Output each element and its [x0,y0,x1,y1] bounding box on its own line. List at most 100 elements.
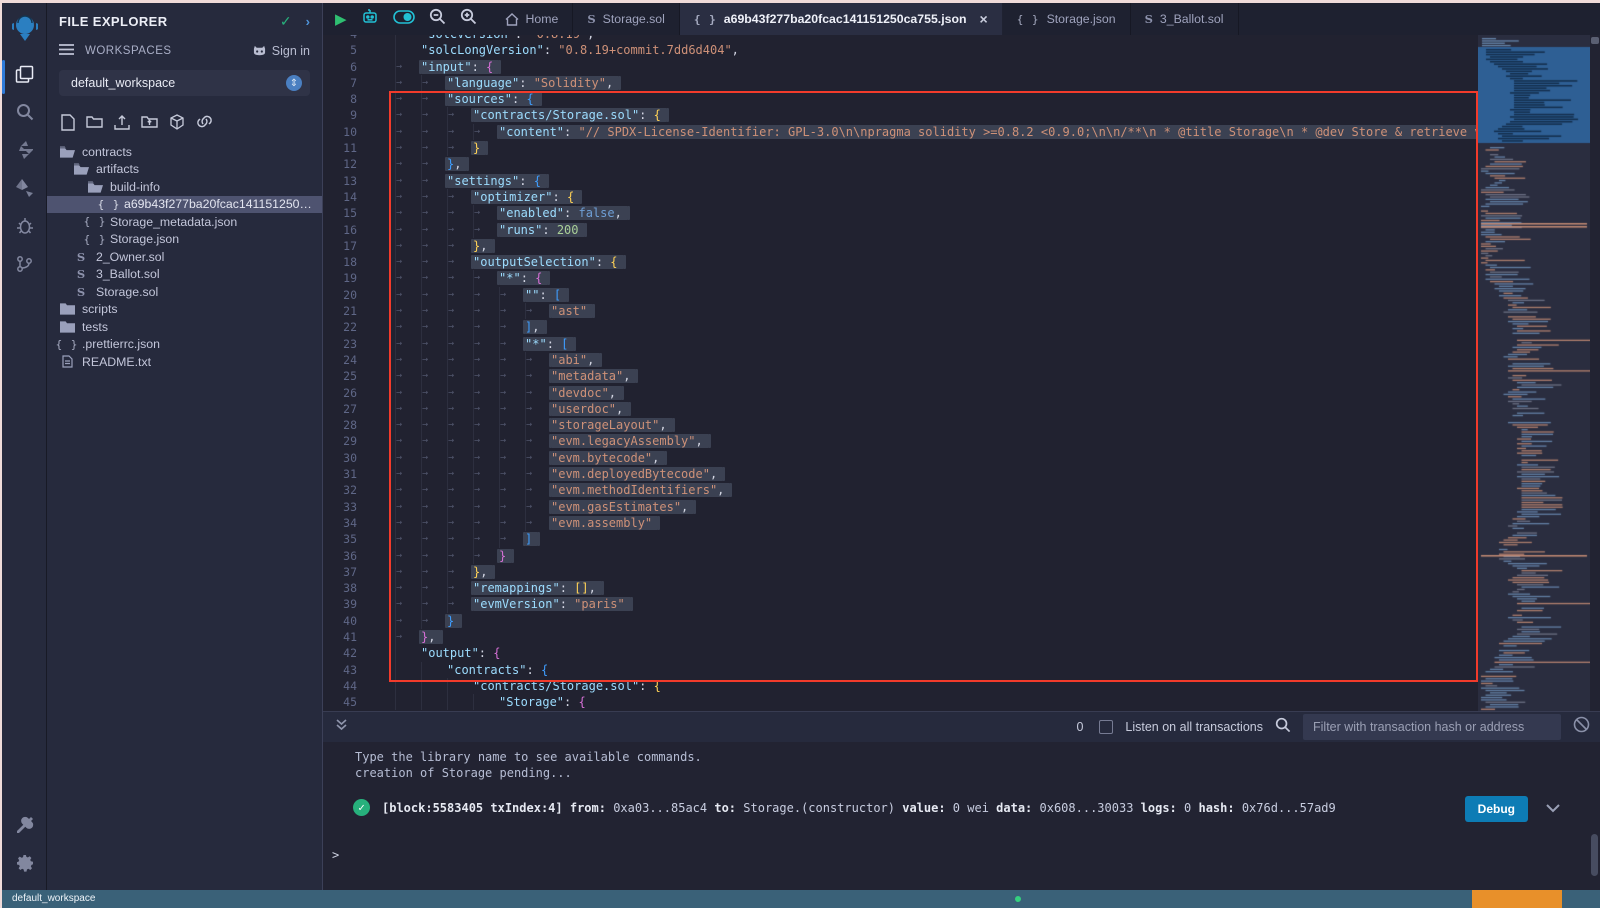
rail-file-explorer-icon[interactable] [2,55,47,93]
editor-scrollbar[interactable] [1590,35,1600,711]
editor-tab[interactable]: Home [491,3,574,35]
debug-button[interactable]: Debug [1465,796,1528,822]
tree-item[interactable]: { }Storage.json [47,231,322,249]
code-line[interactable]: 5"solcLongVersion": "0.8.19+commit.7dd6d… [323,42,1468,58]
code-editor[interactable]: 4"solcVersion": "0.8.19",5"solcLongVersi… [323,35,1600,711]
terminal-expand-icon[interactable] [335,718,348,736]
remix-logo-icon[interactable] [2,3,47,55]
upload-file-icon[interactable] [114,114,130,131]
import-link-icon[interactable] [196,114,213,131]
tree-item[interactable]: S3_Ballot.sol [47,266,322,284]
tree-item[interactable]: { }.prettierrc.json [47,336,322,354]
sign-in-button[interactable]: Sign in [252,44,310,58]
code-line[interactable]: 32→→→→→→"evm.methodIdentifiers", [323,482,1468,498]
code-line[interactable]: 42"output": { [323,645,1468,661]
code-line[interactable]: 4"solcVersion": "0.8.19", [323,35,1468,42]
tab-close-icon[interactable]: × [980,11,988,27]
code-line[interactable]: 8→→"sources": { [323,91,1468,107]
tree-item[interactable]: tests [47,318,322,336]
code-line[interactable]: 15→→→→"enabled": false, [323,205,1468,221]
code-line[interactable]: 6→"input": { [323,59,1468,75]
rail-debugger-icon[interactable] [2,207,47,245]
tree-item[interactable]: artifacts [47,161,322,179]
code-line[interactable]: 37→→→}, [323,564,1468,580]
code-line[interactable]: 30→→→→→→"evm.bytecode", [323,450,1468,466]
listen-checkbox[interactable] [1099,720,1113,734]
ai-copilot-icon[interactable] [361,8,379,30]
code-line[interactable]: 20→→→→→"": [ [323,287,1468,303]
rail-git-icon[interactable] [2,245,47,283]
transaction-log-row[interactable]: ✓ [block:5583405 txIndex:4] from: 0xa03.… [353,799,1336,816]
code-line[interactable]: 7→→"language": "Solidity", [323,75,1468,91]
code-lines[interactable]: 4"solcVersion": "0.8.19",5"solcLongVersi… [323,35,1468,710]
tree-item[interactable]: SStorage.sol [47,283,322,301]
statusbar-alert-badge[interactable] [1472,890,1562,908]
tree-item[interactable]: S2_Owner.sol [47,248,322,266]
zoom-out-icon[interactable] [429,8,446,30]
upload-folder-icon[interactable] [141,114,158,131]
workspace-select[interactable]: default_workspace ⇕ [59,70,310,96]
editor-tab[interactable]: { }a69b43f277ba20fcac141151250ca755.json… [680,3,1003,35]
code-line[interactable]: 11→→→} [323,140,1468,156]
code-line[interactable]: 36→→→→} [323,548,1468,564]
rail-solidity-compiler-icon[interactable] [2,131,47,169]
code-line[interactable]: 24→→→→→→"abi", [323,352,1468,368]
tree-item[interactable]: contracts [47,143,322,161]
tree-item[interactable]: scripts [47,301,322,319]
code-line[interactable]: 16→→→→"runs": 200 [323,222,1468,238]
code-line[interactable]: 25→→→→→→"metadata", [323,368,1468,384]
code-line[interactable]: 45"Storage": { [323,694,1468,710]
code-line[interactable]: 10→→→→"content": "// SPDX-License-Identi… [323,124,1468,140]
code-line[interactable]: 33→→→→→→"evm.gasEstimates", [323,499,1468,515]
code-line[interactable]: 9→→→"contracts/Storage.sol": { [323,107,1468,123]
create-file-icon[interactable] [61,114,75,131]
terminal-scrollbar[interactable] [1591,834,1598,876]
code-line[interactable]: 14→→→"optimizer": { [323,189,1468,205]
tree-item[interactable]: { }a69b43f277ba20fcac141151250ca7... [47,196,322,214]
tree-item[interactable]: { }Storage_metadata.json [47,213,322,231]
clear-console-icon[interactable] [1573,716,1590,738]
terminal-prompt[interactable]: > [332,848,339,862]
zoom-in-icon[interactable] [460,8,477,30]
code-line[interactable]: 18→→→"outputSelection": { [323,254,1468,270]
code-line[interactable]: 29→→→→→→"evm.legacyAssembly", [323,433,1468,449]
tx-expand-chevron-icon[interactable] [1546,802,1560,816]
editor-tab[interactable]: SStorage.sol [573,3,680,35]
terminal[interactable]: Type the library name to see available c… [323,742,1600,890]
create-folder-icon[interactable] [86,114,103,131]
code-line[interactable]: 35→→→→→] [323,531,1468,547]
minimap[interactable] [1478,35,1590,711]
editor-tab[interactable]: { }Storage.json [1003,3,1131,35]
code-line[interactable]: 38→→→"remappings": [], [323,580,1468,596]
code-line[interactable]: 19→→→→"*": { [323,270,1468,286]
code-line[interactable]: 39→→→"evmVersion": "paris" [323,596,1468,612]
run-script-button[interactable]: ▶ [335,10,347,28]
code-line[interactable]: 21→→→→→→"ast" [323,303,1468,319]
editor-tab[interactable]: S3_Ballot.sol [1131,3,1239,35]
chevron-right-icon[interactable]: › [306,14,310,29]
transaction-filter-input[interactable] [1303,714,1561,740]
rail-settings-icon[interactable] [2,844,47,882]
code-line[interactable]: 28→→→→→→"storageLayout", [323,417,1468,433]
code-line[interactable]: 26→→→→→→"devdoc", [323,385,1468,401]
code-line[interactable]: 17→→→}, [323,238,1468,254]
rail-search-icon[interactable] [2,93,47,131]
code-line[interactable]: 40→→} [323,613,1468,629]
code-line[interactable]: 12→→}, [323,156,1468,172]
libraries-cube-icon[interactable] [169,114,185,131]
code-line[interactable]: 23→→→→→"*": [ [323,336,1468,352]
tree-item[interactable]: build-info [47,178,322,196]
copilot-toggle[interactable] [393,10,415,29]
code-line[interactable]: 43"contracts": { [323,662,1468,678]
rail-deploy-run-icon[interactable] [2,169,47,207]
code-line[interactable]: 13→→"settings": { [323,173,1468,189]
workspace-menu-icon[interactable] [59,44,75,58]
code-line[interactable]: 27→→→→→→"userdoc", [323,401,1468,417]
rail-plugin-manager-icon[interactable] [2,806,47,844]
scrollbar-thumb[interactable] [1591,37,1599,44]
code-line[interactable]: 44"contracts/Storage.sol": { [323,678,1468,694]
code-line[interactable]: 31→→→→→→"evm.deployedBytecode", [323,466,1468,482]
code-line[interactable]: 22→→→→→], [323,319,1468,335]
tree-item[interactable]: README.txt [47,353,322,371]
code-line[interactable]: 34→→→→→→"evm.assembly" [323,515,1468,531]
